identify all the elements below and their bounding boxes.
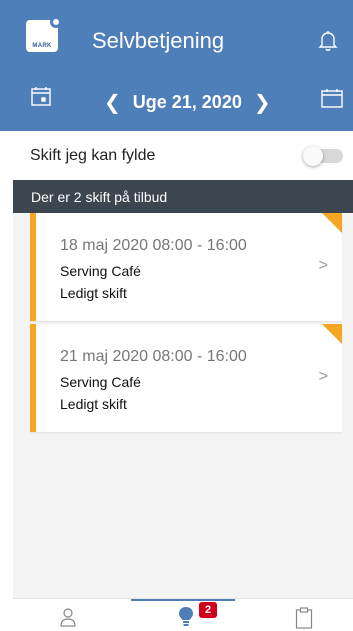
banner-text: Der er 2 skift på tilbud — [31, 189, 168, 205]
week-label: Uge 21, 2020 — [132, 92, 242, 112]
calendar-icon[interactable] — [320, 87, 344, 109]
shift-card[interactable]: 18 maj 2020 08:00 - 16:00 Serving Café L… — [30, 213, 342, 321]
filter-row: Skift jeg kan fylde — [0, 131, 353, 180]
mark-logo: MARK — [26, 16, 62, 52]
filter-label: Skift jeg kan fylde — [30, 147, 156, 164]
chevron-right-icon[interactable]: > — [319, 257, 328, 275]
shift-status: Ledigt skift — [60, 396, 127, 412]
app-title: Selvbetjening — [92, 28, 225, 53]
shift-time: 18 maj 2020 08:00 - 16:00 — [60, 237, 247, 254]
offer-banner: Der er 2 skift på tilbud — [13, 180, 353, 213]
app-header: MARK Selvbetjening ❮ Uge 21, 2020 ❯ — [0, 0, 353, 131]
offer-corner-marker — [322, 324, 342, 344]
shift-time: 21 maj 2020 08:00 - 16:00 — [60, 348, 247, 365]
bell-icon[interactable] — [316, 28, 340, 52]
toggle-knob — [303, 146, 323, 166]
bottom-navigation: 2 — [13, 598, 353, 631]
profile-icon[interactable] — [58, 607, 78, 627]
shift-card[interactable]: 21 maj 2020 08:00 - 16:00 Serving Café L… — [30, 324, 342, 432]
clipboard-icon[interactable] — [295, 607, 313, 629]
active-tab-indicator — [131, 599, 235, 601]
fillable-shifts-toggle[interactable] — [303, 146, 343, 166]
lightbulb-icon[interactable] — [178, 606, 194, 628]
shift-status: Ledigt skift — [60, 285, 127, 301]
shift-list: 18 maj 2020 08:00 - 16:00 Serving Café L… — [13, 213, 353, 598]
notification-badge: 2 — [199, 602, 217, 618]
chevron-right-icon[interactable]: ❯ — [254, 90, 271, 115]
chevron-right-icon[interactable]: > — [319, 368, 328, 386]
shift-place: Serving Café — [60, 263, 141, 279]
calendar-today-icon[interactable] — [30, 85, 52, 107]
chevron-left-icon[interactable]: ❮ — [104, 90, 121, 115]
offer-corner-marker — [322, 213, 342, 233]
shift-place: Serving Café — [60, 374, 141, 390]
